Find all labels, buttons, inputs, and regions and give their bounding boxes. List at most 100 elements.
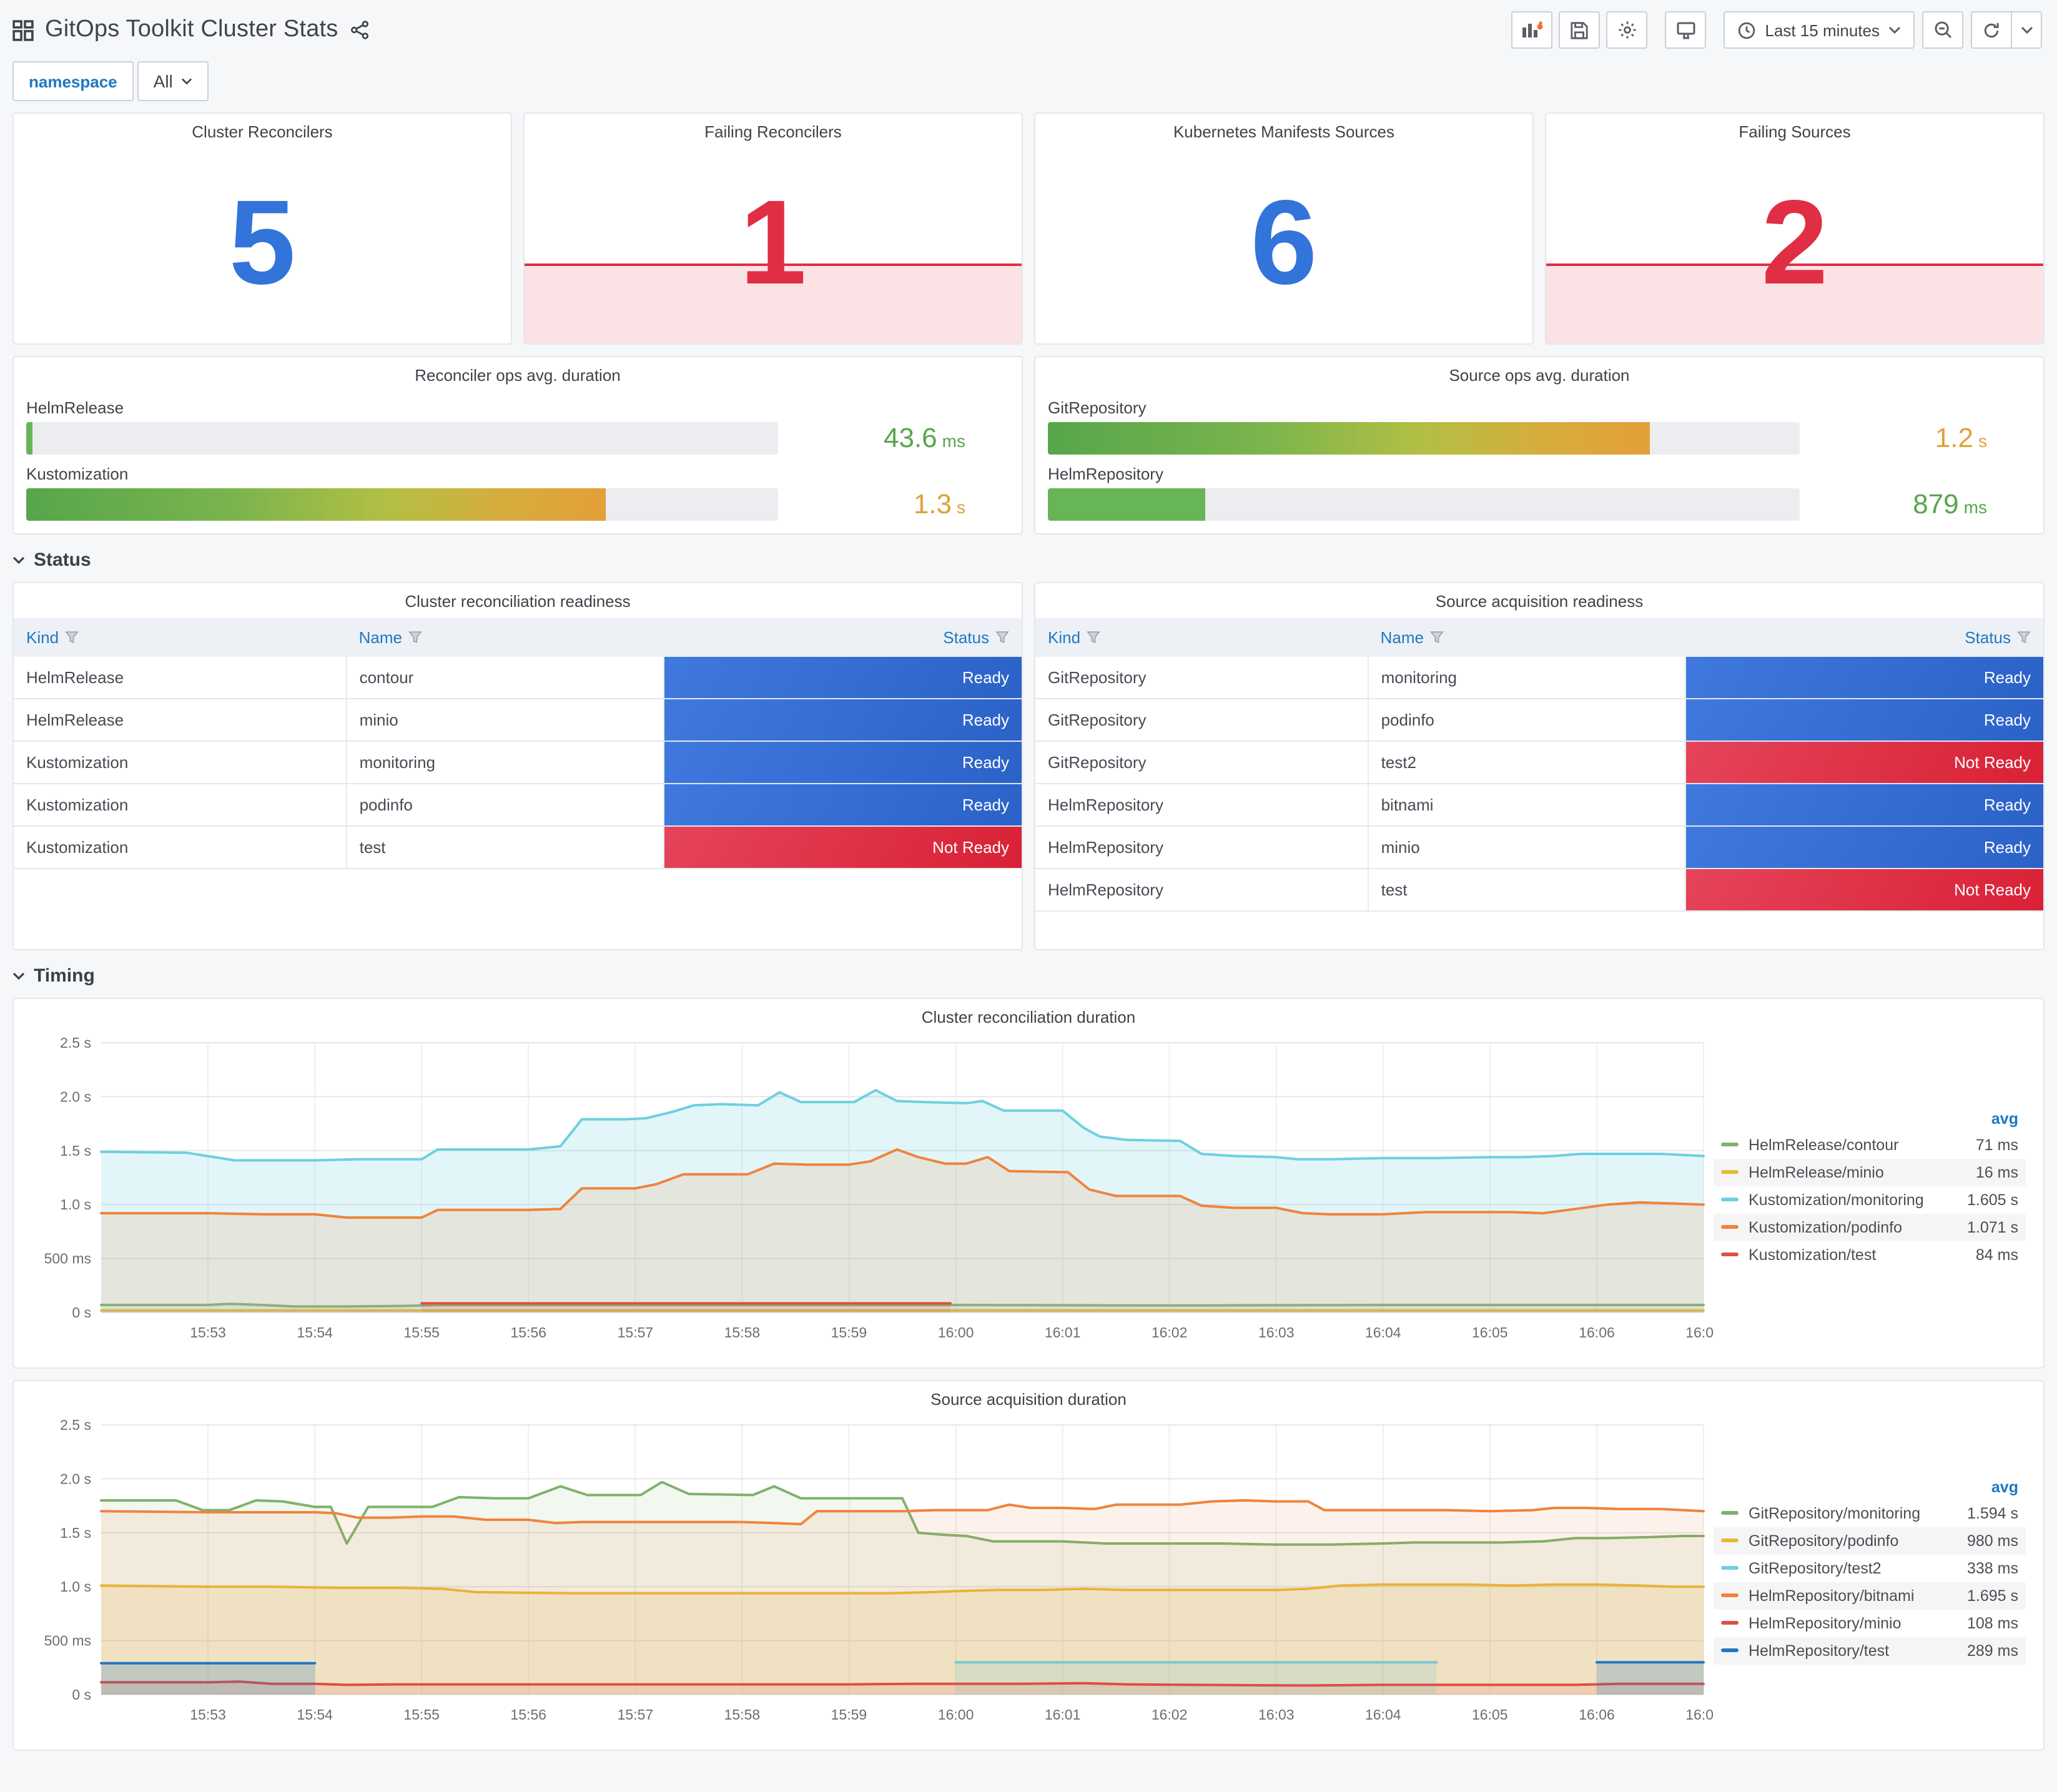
gauge-value: 1.3 s [913, 488, 965, 519]
table-row: HelmRepository test Not Ready [1035, 869, 2043, 912]
zoom-out-icon [1933, 20, 1953, 40]
legend-item-gitrepository-monitoring[interactable]: GitRepository/monitoring 1.594 s [1714, 1499, 2026, 1527]
time-range-picker[interactable]: Last 15 minutes [1724, 11, 1915, 49]
legend-series-name: Kustomization/test [1749, 1246, 1877, 1263]
gauge-label: HelmRepository [1048, 465, 1163, 483]
status-badge: Ready [664, 657, 1022, 698]
svg-text:16:07: 16:07 [1685, 1706, 1714, 1723]
refresh-button[interactable] [1971, 11, 2012, 49]
column-header-status[interactable]: Status [1685, 618, 2043, 657]
gauge-value: 1.2 s [1935, 422, 1987, 453]
svg-text:16:00: 16:00 [938, 1706, 974, 1723]
legend-item-helmrepository-bitnami[interactable]: HelmRepository/bitnami 1.695 s [1714, 1582, 2026, 1609]
legend-item-helmrelease-contour[interactable]: HelmRelease/contour 71 ms [1714, 1131, 2026, 1158]
namespace-filter-dropdown[interactable]: All [137, 61, 209, 101]
panel-title[interactable]: Cluster reconciliation readiness [14, 583, 1022, 612]
bar-gauge-fill [1048, 488, 1206, 521]
panel-title[interactable]: Failing Sources [1546, 114, 2043, 142]
legend-avg-value: 16 ms [1975, 1163, 2018, 1181]
gauge-panel-reconciler-ops-avg-duration: Reconciler ops avg. duration HelmRelease… [12, 356, 1023, 534]
page-title: GitOps Toolkit Cluster Stats [45, 16, 338, 42]
legend-avg-value: 980 ms [1967, 1532, 2018, 1549]
filter-funnel-icon[interactable] [1430, 631, 1444, 644]
panel-title[interactable]: Failing Reconcilers [525, 114, 1022, 142]
status-badge: Ready [664, 742, 1022, 783]
column-header-name[interactable]: Name [346, 618, 664, 657]
svg-text:15:58: 15:58 [724, 1706, 761, 1723]
bar-gauge-fill [26, 422, 32, 455]
legend-item-kustomization-test[interactable]: Kustomization/test 84 ms [1714, 1241, 2026, 1268]
dashboard-settings-button[interactable] [1606, 11, 1648, 49]
legend-item-helmrepository-minio[interactable]: HelmRepository/minio 108 ms [1714, 1609, 2026, 1637]
cell-kind: GitRepository [1035, 741, 1369, 784]
legend-series-name: HelmRepository/test [1749, 1642, 1890, 1659]
stat-panel-failing-sources: Failing Sources 2 [1545, 112, 2045, 345]
legend-item-gitrepository-test2[interactable]: GitRepository/test2 338 ms [1714, 1554, 2026, 1582]
panel-title[interactable]: Source ops avg. duration [1035, 357, 2043, 386]
svg-text:16:01: 16:01 [1045, 1324, 1081, 1341]
namespace-filter-label[interactable]: namespace [12, 61, 134, 101]
svg-text:16:05: 16:05 [1472, 1706, 1508, 1723]
panel-title[interactable]: Reconciler ops avg. duration [14, 357, 1022, 386]
column-header-name[interactable]: Name [1368, 618, 1685, 657]
table-row: HelmRelease minio Ready [14, 699, 1022, 742]
bar-gauge-fill [26, 488, 606, 521]
template-variables-row: namespace All [12, 61, 2045, 101]
svg-text:16:01: 16:01 [1045, 1706, 1081, 1723]
chevron-down-icon [12, 972, 25, 980]
stat-panel-cluster-reconcilers: Cluster Reconcilers 5 [12, 112, 512, 345]
legend-avg-value: 1.071 s [1966, 1218, 2018, 1236]
cell-kind: HelmRelease [14, 699, 347, 742]
table-row: GitRepository test2 Not Ready [1035, 741, 2043, 784]
legend-item-kustomization-monitoring[interactable]: Kustomization/monitoring 1.605 s [1714, 1186, 2026, 1213]
column-header-kind[interactable]: Kind [1035, 618, 1368, 657]
refresh-interval-dropdown[interactable] [2012, 11, 2042, 49]
dashboard-grid-icon[interactable] [12, 19, 34, 41]
filter-funnel-icon[interactable] [65, 631, 79, 644]
panel-title[interactable]: Kubernetes Manifests Sources [1035, 114, 1532, 142]
legend-item-helmrepository-test[interactable]: HelmRepository/test 289 ms [1714, 1637, 2026, 1664]
save-dashboard-button[interactable] [1559, 11, 1601, 49]
legend-avg-header[interactable]: avg [1714, 1475, 2026, 1499]
legend-avg-value: 84 ms [1975, 1246, 2018, 1263]
cell-name: monitoring [1368, 657, 1687, 699]
column-header-status[interactable]: Status [664, 618, 1022, 657]
column-header-kind[interactable]: Kind [14, 618, 347, 657]
stat-value: 6 [1250, 175, 1318, 310]
legend-item-gitrepository-podinfo[interactable]: GitRepository/podinfo 980 ms [1714, 1527, 2026, 1554]
legend-avg-header[interactable]: avg [1714, 1107, 2026, 1131]
gauge-row-helmrelease: HelmRelease 43.6 ms [26, 398, 1009, 455]
legend-item-kustomization-podinfo[interactable]: Kustomization/podinfo 1.071 s [1714, 1213, 2026, 1241]
panel-title[interactable]: Cluster Reconcilers [14, 114, 511, 142]
svg-text:16:00: 16:00 [938, 1324, 974, 1341]
share-icon[interactable] [350, 20, 370, 40]
svg-text:2.5 s: 2.5 s [60, 1035, 91, 1051]
bar-gauge-track [26, 422, 778, 455]
filter-funnel-icon[interactable] [995, 631, 1009, 644]
time-series-plot[interactable]: 15:53 15:54 15:55 15:56 15:57 15:58 15:59 16:00… [24, 1410, 1714, 1730]
filter-funnel-icon[interactable] [1087, 631, 1100, 644]
legend-item-helmrelease-minio[interactable]: HelmRelease/minio 16 ms [1714, 1158, 2026, 1186]
cell-kind: HelmRelease [14, 657, 347, 699]
panel-title[interactable]: Source acquisition readiness [1035, 583, 2043, 612]
section-header-timing[interactable]: Timing [12, 965, 2045, 987]
tv-mode-button[interactable] [1665, 11, 1707, 49]
cell-name: minio [1368, 826, 1687, 869]
cell-name: podinfo [1368, 699, 1687, 742]
zoom-out-button[interactable] [1922, 11, 1963, 49]
table-row: Kustomization monitoring Ready [14, 741, 1022, 784]
section-header-status[interactable]: Status [12, 549, 2045, 571]
chevron-down-icon [12, 556, 25, 564]
time-series-plot[interactable]: 15:53 15:54 15:55 15:56 15:57 15:58 15:59 16:00… [24, 1028, 1714, 1347]
filter-funnel-icon[interactable] [408, 631, 422, 644]
filter-funnel-icon[interactable] [2017, 631, 2031, 644]
svg-text:15:59: 15:59 [831, 1706, 867, 1723]
tables-row: Cluster reconciliation readiness Kind Na… [12, 582, 2045, 950]
panel-title[interactable]: Source acquisition duration [14, 1381, 2043, 1410]
svg-text:15:57: 15:57 [618, 1706, 654, 1723]
panel-title[interactable]: Cluster reconciliation duration [14, 999, 2043, 1028]
svg-text:15:53: 15:53 [190, 1706, 226, 1723]
gauge-row-helmrepository: HelmRepository 879 ms [1048, 465, 2031, 521]
svg-text:16:03: 16:03 [1258, 1706, 1295, 1723]
add-panel-button[interactable] [1511, 11, 1553, 49]
